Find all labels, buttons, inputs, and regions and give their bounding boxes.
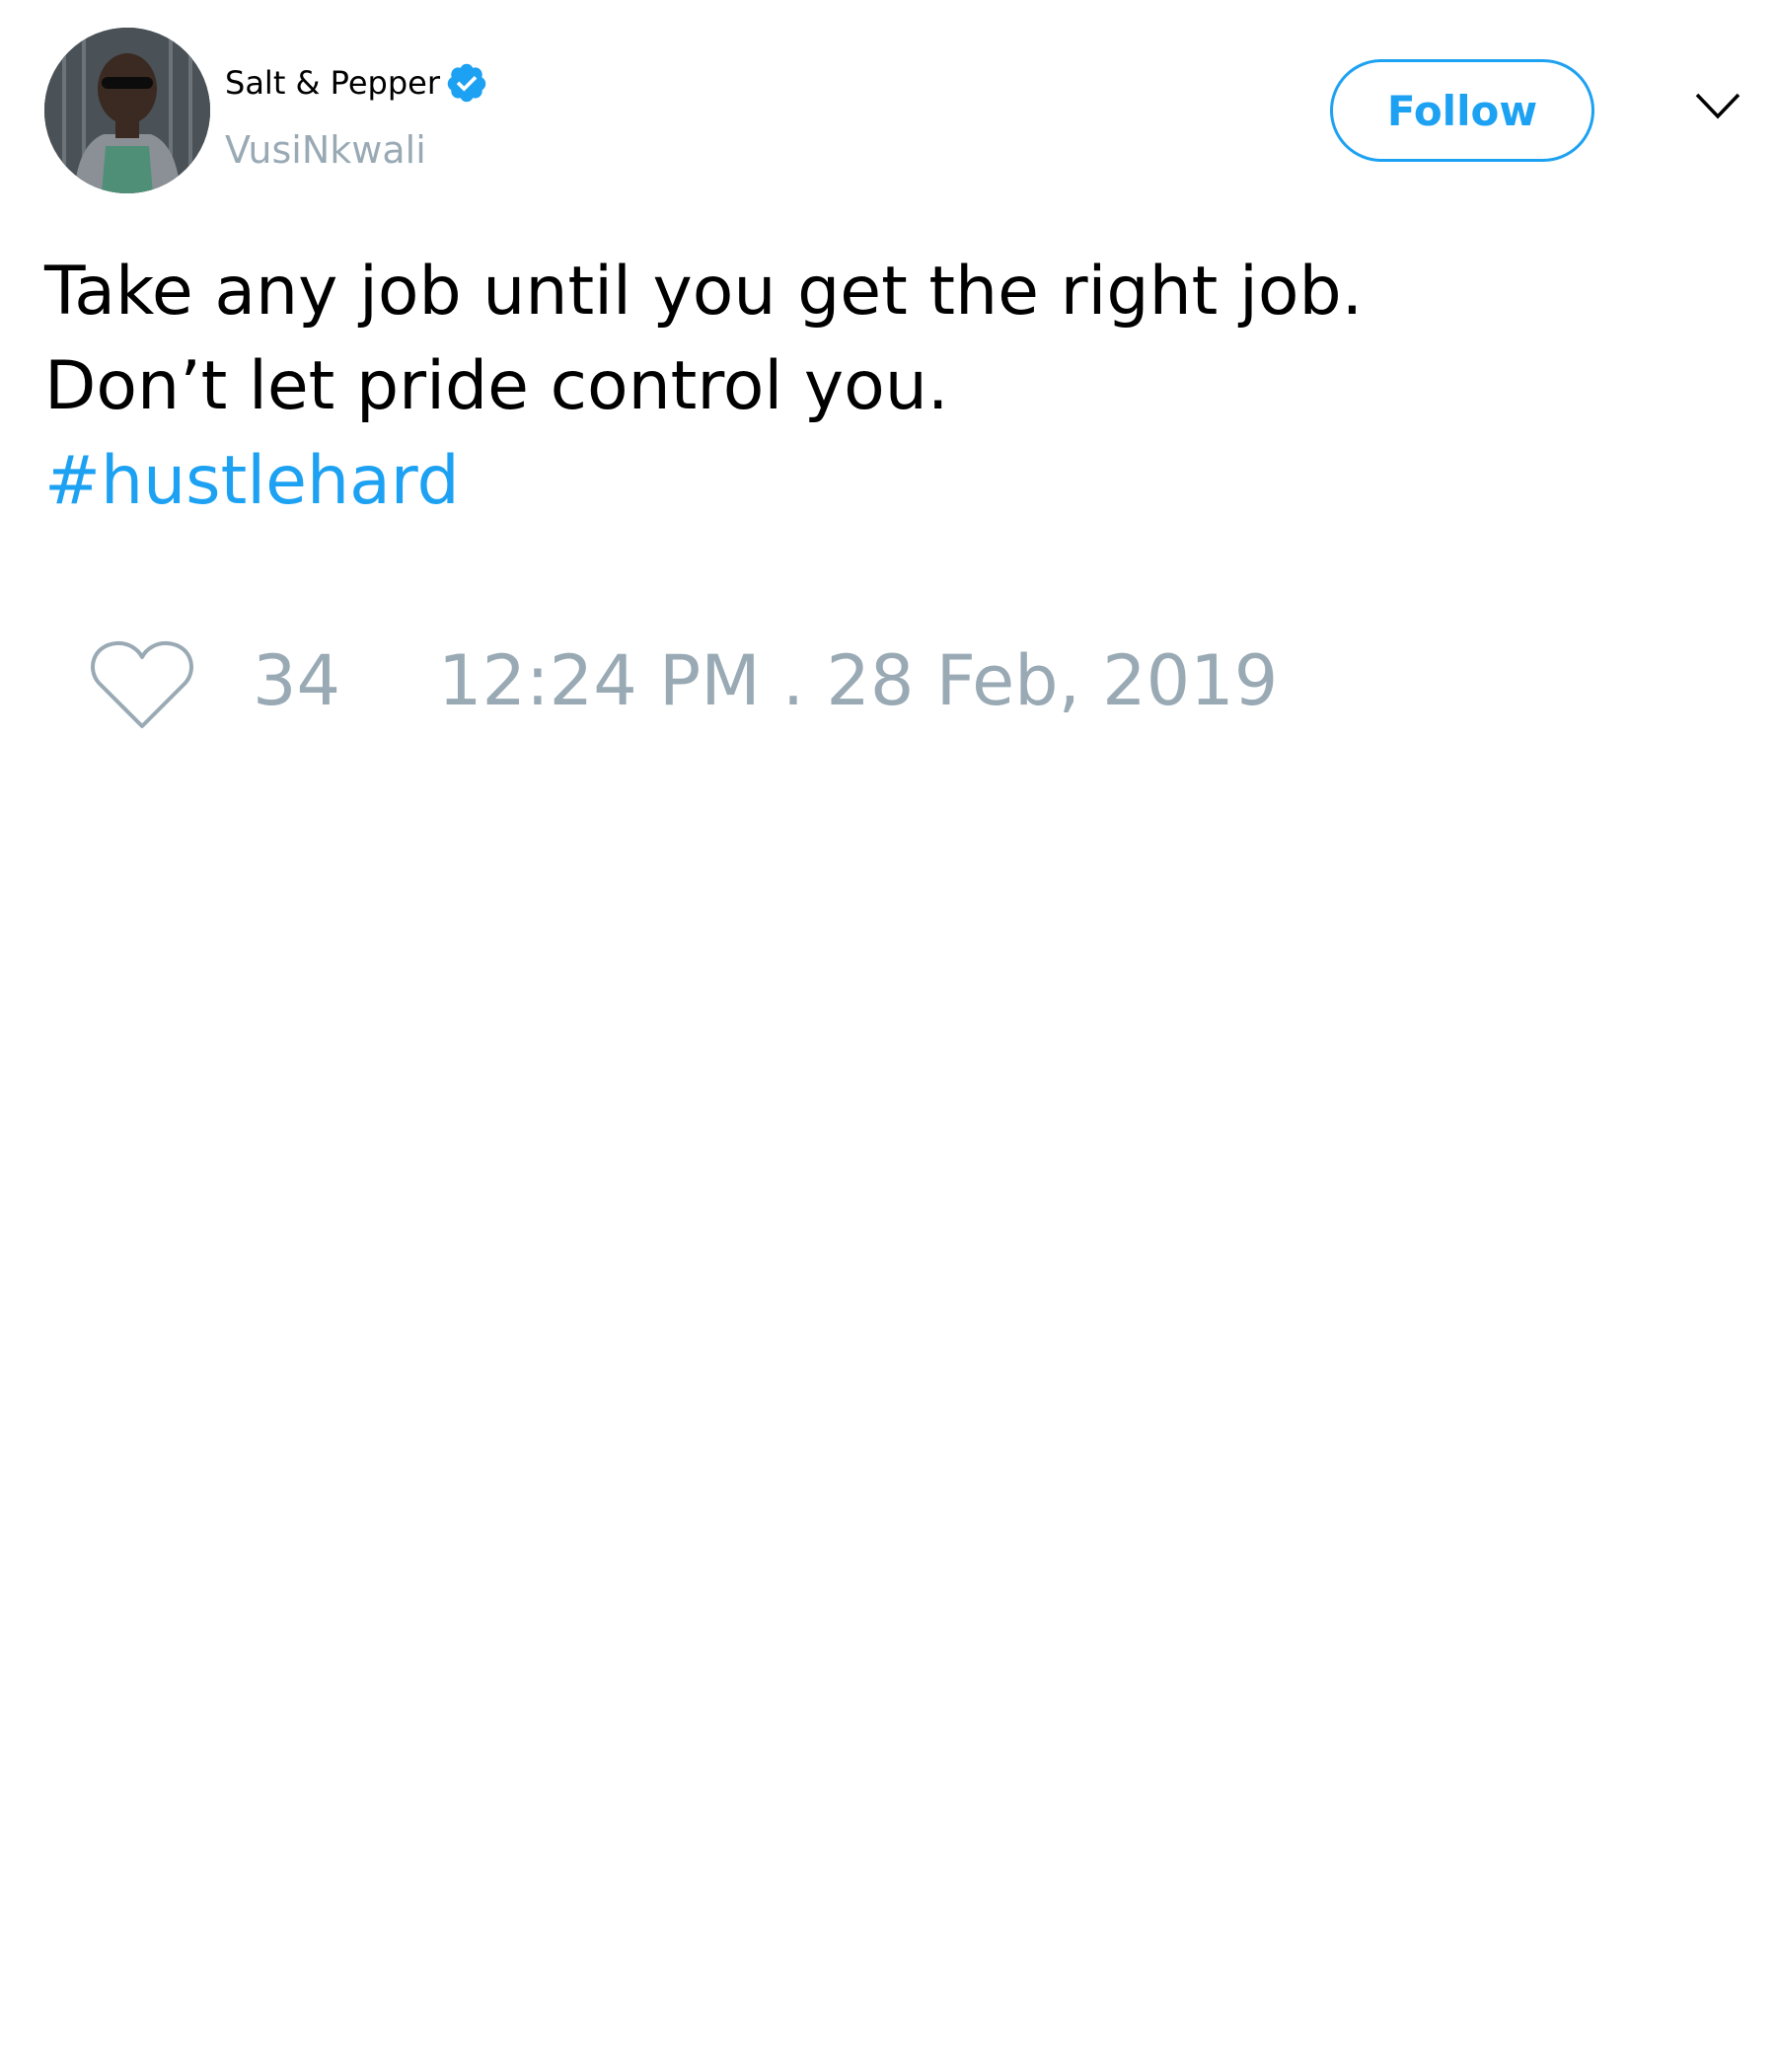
avatar-photo (44, 28, 210, 193)
heart-icon[interactable] (89, 637, 195, 732)
display-name[interactable]: Salt & Pepper (225, 61, 440, 105)
follow-button[interactable]: Follow (1330, 59, 1594, 162)
timestamp[interactable]: 12:24 PM . 28 Feb, 2019 (438, 639, 1278, 722)
hashtag-link[interactable]: #hustlehard (44, 434, 1722, 529)
verified-badge-icon (447, 63, 486, 103)
like-count: 34 (253, 640, 341, 721)
author-name-row[interactable]: Salt & Pepper (225, 61, 488, 105)
author-handle[interactable]: VusiNkwali (225, 128, 426, 172)
tweet-line: Don’t let pride control you. (44, 347, 949, 425)
tweet-text: Take any job until you get the right job… (44, 245, 1722, 529)
chevron-down-icon[interactable] (1693, 87, 1742, 126)
avatar[interactable] (44, 28, 210, 193)
tweet-line: Take any job until you get the right job… (44, 253, 1364, 331)
